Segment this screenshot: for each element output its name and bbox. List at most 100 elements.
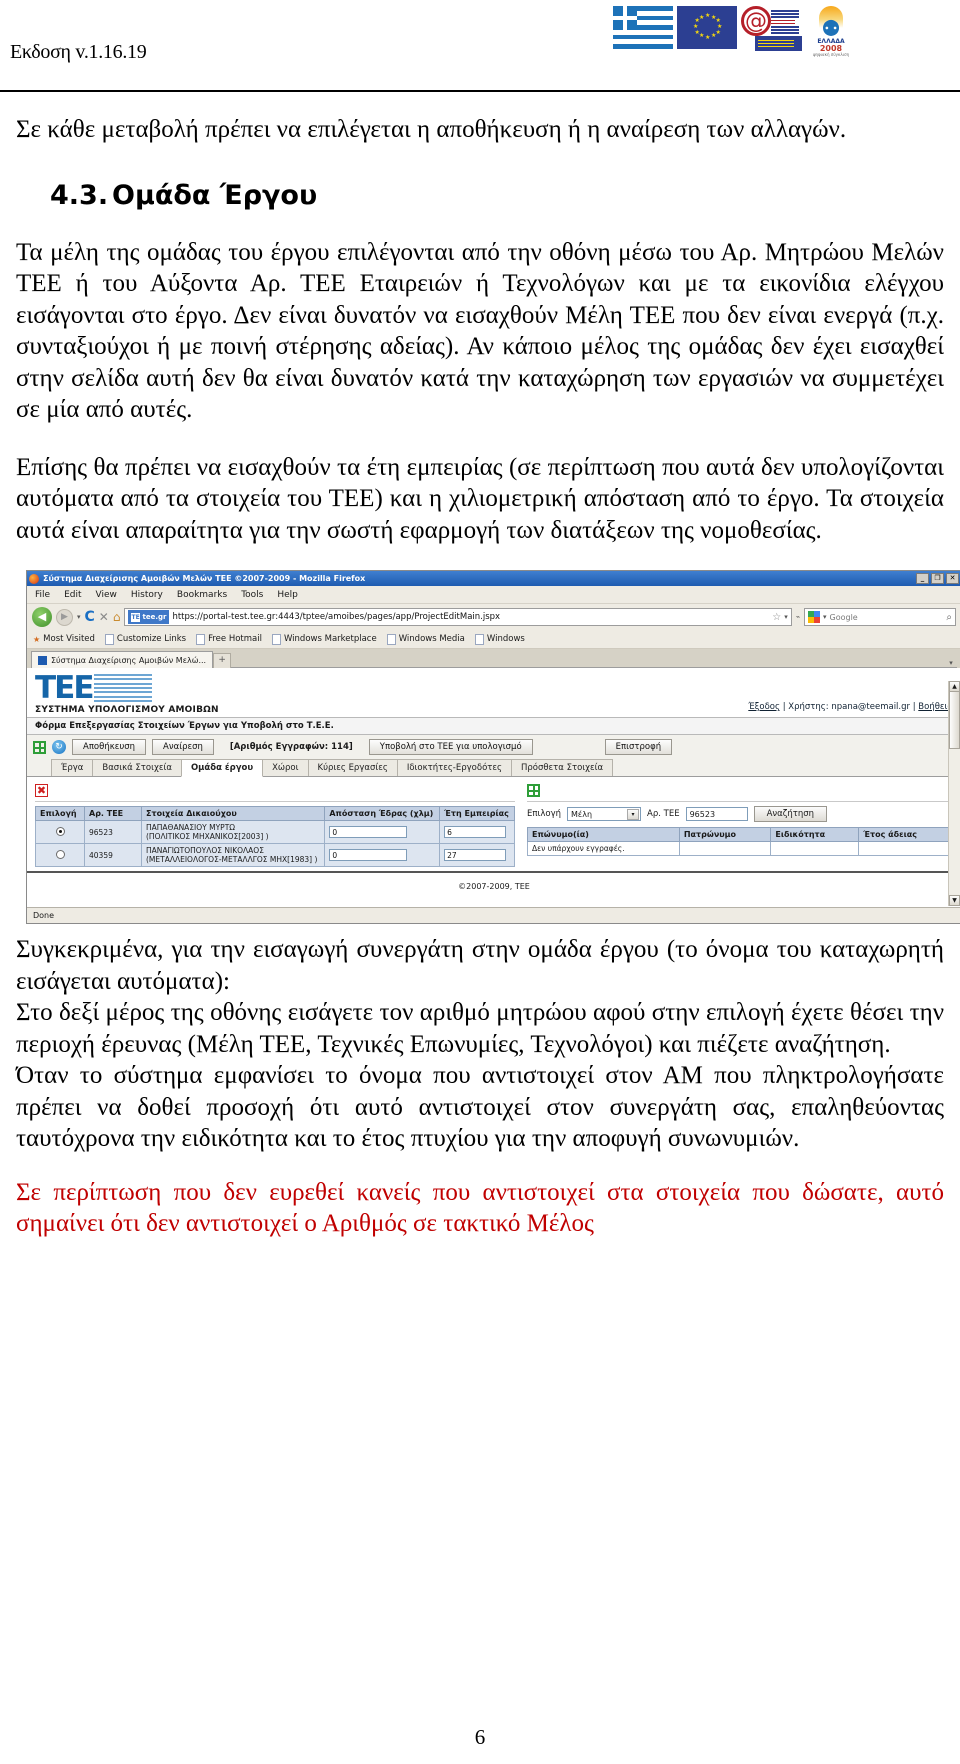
add-row-icon[interactable] [33,740,46,754]
row-radio[interactable] [55,849,65,859]
logo-text-lines [771,8,802,34]
cell-distance[interactable]: 0 [324,820,441,844]
menu-item-file[interactable]: File [35,590,50,600]
bookmark-windows[interactable]: Windows [474,633,525,645]
search-icon[interactable]: ⌕ [946,612,952,623]
cell-distance[interactable]: 0 [324,843,441,867]
bookmark-windows-media[interactable]: Windows Media [386,633,465,645]
column-header-distance: Απόσταση Έδρας (χλμ) [324,806,441,821]
empty-cell [770,841,860,856]
cell-experience[interactable]: 6 [439,820,515,844]
cell-selection[interactable] [35,843,85,867]
cell-selection[interactable] [35,820,85,844]
google-icon[interactable] [808,611,820,623]
forward-button-icon[interactable]: ▶ [56,608,73,626]
url-bar[interactable]: ΤΕΕ tee.gr https://portal-test.tee.gr:44… [124,608,792,626]
new-tab-button[interactable]: + [213,653,232,668]
close-button[interactable]: ✕ [946,573,959,584]
url-text: https://portal-test.tee.gr:4443/tptee/am… [172,612,501,622]
table-row[interactable]: 40359 ΠΑΝΑΓΙΩΤΟΠΟΥΛΟΣ ΝΙΚΟΛΑΟΣ (ΜΕΤΑΛΛΕΙ… [35,843,515,867]
delete-row-icon[interactable]: ✖ [35,784,48,797]
app-form-title: Φόρμα Επεξεργασίας Στοιχείων Έργων για Υ… [27,717,960,735]
greece-2008-logo: ⚉ ΕΛΛΑΔΑ 2008 ψηφιακή σύγκλιση [807,6,855,58]
experience-input[interactable]: 27 [444,849,507,861]
refresh-icon[interactable]: ↻ [52,740,66,754]
tab-omada-ergou[interactable]: Ομάδα έργου [180,759,264,777]
bookmark-star-icon[interactable]: ☆ [772,612,781,623]
minimize-button[interactable]: _ [916,573,929,584]
bookmark-free-hotmail[interactable]: Free Hotmail [196,633,262,645]
tab-list-chevron-icon[interactable]: ▾ [945,659,957,668]
member-search-panel: Επιλογή Μέλη ▾ Αρ. ΤΕΕ 96523 Αναζήτηση Ε… [527,783,953,856]
app-footer-copyright: ©2007-2009, ΤΕΕ [27,871,960,907]
search-scope-select[interactable]: Μέλη ▾ [567,807,642,821]
undo-button[interactable]: Αναίρεση [152,739,214,755]
scroll-down-icon[interactable]: ▼ [949,895,960,906]
back-button[interactable]: Επιστροφή [604,739,673,755]
submit-to-tee-button[interactable]: Υποβολή στο ΤΕΕ για υπολογισμό [368,739,533,755]
tab-xoroi[interactable]: Χώροι [262,759,309,776]
menu-item-view[interactable]: View [96,590,117,600]
url-dropdown-icon[interactable]: ▾ [784,613,788,621]
site-identity-icon: ΤΕΕ [131,612,144,622]
cell-experience[interactable]: 27 [439,843,515,867]
bookmark-windows-marketplace[interactable]: Windows Marketplace [271,633,377,645]
search-engine-chevron-icon[interactable]: ▾ [823,613,827,621]
save-button[interactable]: Αποθήκευση [72,739,147,755]
link-separator-1: | [782,702,786,712]
browser-title-bar: Σύστημα Διαχείρισης Αμοιβών Μελών ΤΕΕ ©2… [27,571,960,586]
bookmark-customize-links[interactable]: Customize Links [104,633,186,645]
app-brand-row: ΤΕΕ ΣΥΣΤΗΜΑ ΥΠΟΛΟΓΙΣΜΟΥ ΑΜΟΙΒΩΝ Έξοδος |… [27,668,960,717]
column-header-selection: Επιλογή [35,806,85,821]
menu-item-edit[interactable]: Edit [64,590,81,600]
status-text: Done [33,911,55,920]
browser-tab-active[interactable]: Σύστημα Διαχείρισης Αμοιβών Μελώ... [31,651,214,668]
web-page-content: ΤΕΕ ΣΥΣΤΗΜΑ ΥΠΟΛΟΓΙΣΜΟΥ ΑΜΟΙΒΩΝ Έξοδος |… [27,668,960,907]
maximize-button[interactable]: ❐ [931,573,944,584]
tab-vasika-stoixeia[interactable]: Βασικά Στοιχεία [92,759,182,776]
page-number: 6 [474,1725,486,1749]
home-icon[interactable]: ⌂ [113,610,121,624]
scrollbar-thumb[interactable] [949,691,960,749]
app-tab-bar: Έργα Βασικά Στοιχεία Ομάδα έργου Χώροι Κ… [27,758,960,777]
menu-item-history[interactable]: History [131,590,163,600]
chevron-down-icon[interactable]: ▾ [77,613,81,621]
bookmark-most-visited[interactable]: ★ Most Visited [33,634,95,644]
project-team-panel: ✖ Επιλογή Αρ. ΤΕΕ Στοιχεία Δικαιούχου Απ… [35,783,515,867]
reload-icon[interactable]: C [85,609,95,625]
browser-tab-strip: Σύστημα Διαχείρισης Αμοιβών Μελώ... + ▾ [27,649,960,668]
search-button[interactable]: Αναζήτηση [753,806,828,822]
stop-icon[interactable]: ✕ [99,610,109,624]
row-radio-selected[interactable] [55,826,65,836]
browser-status-bar: Done [27,907,960,923]
site-identity-badge[interactable]: ΤΕΕ tee.gr [128,610,170,624]
search-panel-toolbar [527,783,953,802]
menu-item-tools[interactable]: Tools [241,590,263,600]
tab-kyries-ergasies[interactable]: Κύριες Εργασίες [307,759,398,776]
logout-link[interactable]: Έξοδος [748,702,780,712]
tee-number-input[interactable]: 96523 [685,807,748,821]
search-input[interactable]: Google [830,613,944,622]
browser-tab-label: Σύστημα Διαχείρισης Αμοιβών Μελώ... [51,655,207,665]
page-scrollbar-vertical[interactable]: ▲ ▼ [948,681,960,906]
experience-input[interactable]: 6 [444,826,507,838]
beneficiary-name: ΠΑΝΑΓΙΩΤΟΠΟΥΛΟΣ ΝΙΚΟΛΑΟΣ [146,846,264,855]
search-bar[interactable]: ▾ Google ⌕ [804,608,956,626]
table-row[interactable]: 96523 ΠΑΠΑΘΑΝΑΣΙΟΥ ΜΥΡΤΩ (ΠΟΛΙΤΙΚΟΣ ΜΗΧΑ… [35,820,515,844]
menu-item-help[interactable]: Help [277,590,298,600]
star-icon: ★ [33,634,41,644]
at-sign-icon: @ [741,6,771,36]
feed-icon[interactable]: ⌁ [796,613,800,621]
tab-erga[interactable]: Έργα [51,759,94,776]
distance-input[interactable]: 0 [329,849,408,861]
greece-2008-sub: ψηφιακή σύγκλιση [812,52,850,57]
distance-input[interactable]: 0 [329,826,408,838]
add-member-icon[interactable] [527,784,540,797]
back-button-icon[interactable]: ◀ [32,607,52,627]
tab-idioktites-ergodotes[interactable]: Ιδιοκτήτες-Εργοδότες [396,759,512,776]
chevron-down-icon[interactable]: ▾ [627,808,640,820]
tab-prostheta-stoixeia[interactable]: Πρόσθετα Στοιχεία [510,759,614,776]
column-header-experience: Έτη Εμπειρίας [439,806,515,821]
menu-item-bookmarks[interactable]: Bookmarks [177,590,227,600]
cell-beneficiary: ΠΑΝΑΓΙΩΤΟΠΟΥΛΟΣ ΝΙΚΟΛΑΟΣ (ΜΕΤΑΛΛΕΙΟΛΟΓΟΣ… [140,843,326,867]
